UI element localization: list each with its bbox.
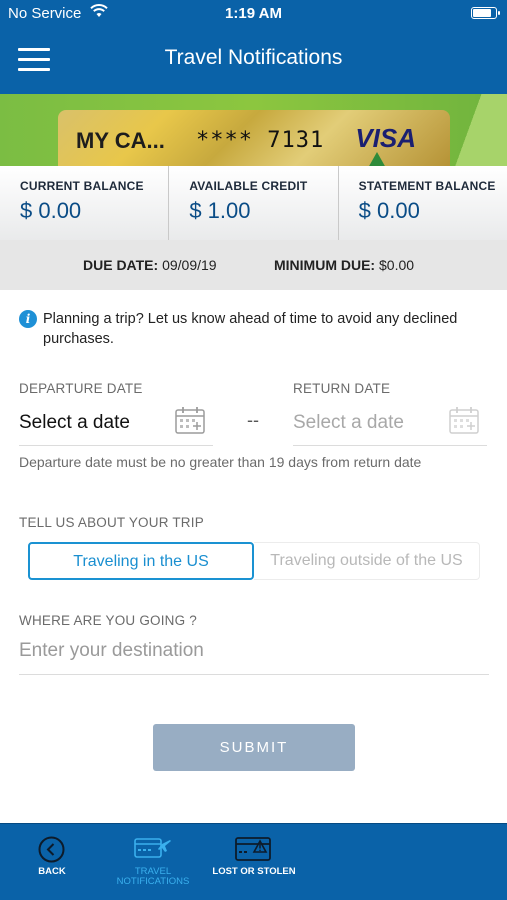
card-banner: MY CA... **** 7131 VISA [0, 94, 507, 166]
departure-date-label: DEPARTURE DATE [19, 381, 143, 396]
battery-icon [471, 7, 500, 19]
tab-back-label: BACK [38, 866, 66, 877]
card-plane-icon [134, 838, 171, 858]
date-range-separator: -- [247, 410, 259, 430]
due-info-bar: DUE DATE: 09/09/19 MINIMUM DUE: $0.00 [0, 240, 507, 290]
statement-balance: STATEMENT BALANCE $ 0.00 [339, 166, 507, 240]
clock: 1:19 AM [225, 5, 282, 22]
submit-button[interactable]: SUBMIT [153, 724, 355, 771]
date-hint: Departure date must be no greater than 1… [19, 454, 422, 470]
card-name: MY CA... [76, 128, 165, 153]
option-traveling-outside-us[interactable]: Traveling outside of the US [254, 542, 480, 580]
return-date-field[interactable]: Select a date [293, 406, 487, 446]
destination-label: WHERE ARE YOU GOING ? [19, 613, 197, 628]
calendar-icon[interactable] [449, 406, 479, 434]
tree-icon [368, 152, 386, 166]
due-date: DUE DATE: 09/09/19 [83, 257, 217, 273]
back-arrow-icon [38, 836, 65, 863]
tab-lost-or-stolen-label: LOST OR STOLEN [212, 866, 296, 877]
available-credit: AVAILABLE CREDIT $ 1.00 [169, 166, 339, 240]
top-bar: No Service 1:19 AM Travel Notifications [0, 0, 507, 94]
statement-balance-value: $ 0.00 [358, 198, 420, 223]
balances-panel: CURRENT BALANCE $ 0.00 AVAILABLE CREDIT … [0, 166, 507, 240]
return-date-value[interactable]: Select a date [293, 412, 404, 434]
destination-input[interactable] [19, 635, 489, 662]
current-balance-value: $ 0.00 [20, 198, 82, 223]
minimum-due: MINIMUM DUE: $0.00 [274, 257, 414, 273]
trip-type-label: TELL US ABOUT YOUR TRIP [19, 515, 204, 530]
minimum-due-value: $0.00 [379, 257, 415, 273]
credit-card-image: MY CA... **** 7131 VISA [58, 110, 450, 166]
info-icon: i [19, 310, 37, 328]
info-message: i Planning a trip? Let us know ahead of … [19, 309, 489, 349]
current-balance-label: CURRENT BALANCE [20, 179, 144, 193]
info-text: Planning a trip? Let us know ahead of ti… [43, 311, 458, 347]
trip-type-toggle: Traveling in the US Traveling outside of… [28, 542, 480, 580]
destination-field [19, 635, 489, 675]
card-number: **** 7131 [196, 128, 325, 153]
status-bar: No Service 1:19 AM [0, 0, 507, 28]
statement-balance-label: STATEMENT BALANCE [358, 179, 496, 193]
departure-date-value[interactable]: Select a date [19, 412, 130, 434]
available-credit-value: $ 1.00 [189, 198, 251, 223]
return-date-label: RETURN DATE [293, 381, 391, 396]
tab-back[interactable]: BACK [12, 824, 92, 900]
current-balance: CURRENT BALANCE $ 0.00 [0, 166, 170, 240]
card-warning-icon [235, 837, 271, 861]
minimum-due-label: MINIMUM DUE: [274, 257, 376, 273]
visa-logo: VISA [355, 123, 416, 153]
bottom-tab-bar: BACK TRAVEL NOTIFICATIONS LOST OR STOLEN [0, 823, 507, 900]
available-credit-label: AVAILABLE CREDIT [189, 179, 308, 193]
calendar-icon[interactable] [175, 406, 205, 434]
departure-date-field[interactable]: Select a date [19, 406, 213, 446]
due-date-value: 09/09/19 [162, 257, 217, 273]
option-traveling-us[interactable]: Traveling in the US [28, 542, 254, 580]
tab-lost-or-stolen[interactable]: LOST OR STOLEN [204, 824, 304, 900]
due-date-label: DUE DATE: [83, 257, 159, 273]
tab-travel-notifications[interactable]: TRAVEL NOTIFICATIONS [108, 824, 198, 900]
tab-travel-notifications-label: TRAVEL NOTIFICATIONS [116, 866, 190, 887]
page-title: Travel Notifications [164, 46, 343, 69]
